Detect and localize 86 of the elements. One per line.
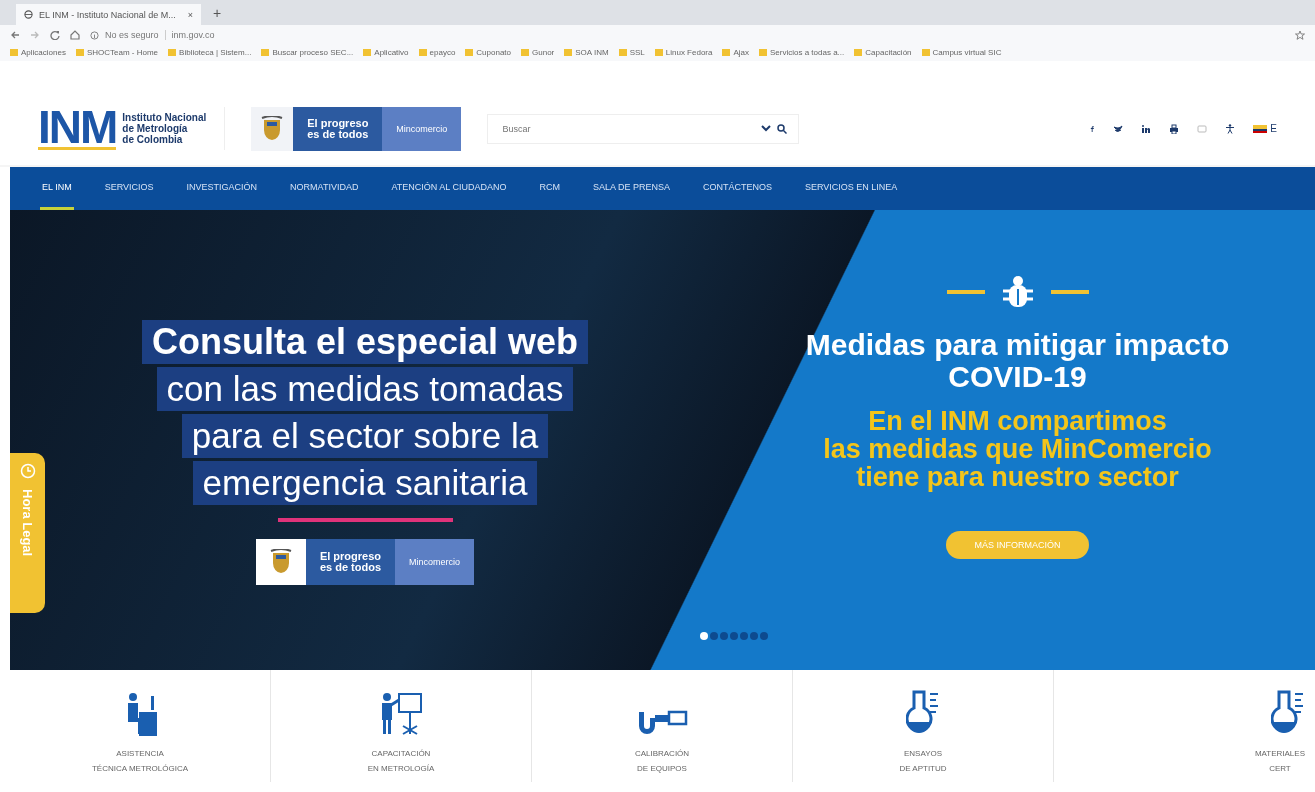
bookmark-item[interactable]: Campus virtual SIC <box>921 47 1002 57</box>
bird-icon[interactable] <box>1113 123 1124 134</box>
slogan-text: El progreso <box>307 117 369 129</box>
bookmark-item[interactable]: Buscar proceso SEC... <box>261 47 354 57</box>
banner-subtitle: las medidas que MinComercio <box>823 435 1212 463</box>
flask-icon <box>906 690 940 736</box>
banner-text: emergencia sanitaria <box>192 461 538 505</box>
printer-icon[interactable] <box>1169 123 1180 134</box>
bookmark-item[interactable]: Servicios a todas a... <box>759 47 845 57</box>
new-tab-button[interactable]: + <box>207 5 228 25</box>
carousel-dot[interactable] <box>730 632 738 640</box>
clock-icon <box>19 463 36 479</box>
service-label[interactable]: CERT <box>1254 761 1305 776</box>
nav-item[interactable]: SALA DE PRENSA <box>590 167 672 210</box>
star-icon[interactable] <box>1295 30 1305 40</box>
logo-text: Instituto Nacional <box>122 112 207 123</box>
ministry-label: Mincomercio <box>382 106 462 151</box>
logo-text: de Metrología <box>122 123 189 134</box>
micrometer-icon <box>636 710 688 736</box>
carousel-dot[interactable] <box>710 632 718 640</box>
service-label[interactable]: ENSAYOS <box>899 746 947 761</box>
home-icon[interactable] <box>70 30 80 40</box>
presenter-board-icon <box>379 692 423 736</box>
service-label[interactable]: DE EQUIPOS <box>634 761 690 776</box>
search-icon[interactable] <box>777 123 788 134</box>
logo-text: de Colombia <box>122 134 183 145</box>
facebook-icon[interactable] <box>1089 123 1096 134</box>
bookmark-item[interactable]: Ajax <box>722 47 749 57</box>
bug-icon <box>1002 275 1033 309</box>
browser-tab[interactable]: EL INM - Instituto Nacional de M... × <box>16 4 201 25</box>
nav-item[interactable]: NORMATIVIDAD <box>288 167 361 210</box>
carousel-dot[interactable] <box>750 632 758 640</box>
nav-item[interactable]: INVESTIGACIÓN <box>184 167 260 210</box>
bookmark-item[interactable]: Biblioteca | Sistem... <box>168 47 252 57</box>
banner-subtitle: tiene para nuestro sector <box>856 463 1179 491</box>
service-label[interactable]: TÉCNICA METROLÓGICA <box>92 761 188 776</box>
bookmark-item[interactable]: Linux Fedora <box>654 47 713 57</box>
service-label[interactable]: CALIBRACIÓN <box>634 746 690 761</box>
bookmark-item[interactable]: Gunor <box>521 47 555 57</box>
carousel-dot[interactable] <box>760 632 768 640</box>
accessibility-icon[interactable] <box>1225 123 1236 134</box>
bookmark-item[interactable]: Capacitación <box>854 47 912 57</box>
bookmark-item[interactable]: SOA INM <box>564 47 609 57</box>
search-field[interactable]: Buscar <box>487 113 800 144</box>
banner-text: para el sector sobre la <box>181 414 549 458</box>
bookmark-item[interactable]: SSL <box>618 47 645 57</box>
service-label[interactable]: MATERIALES <box>1254 746 1305 761</box>
banner-title: COVID-19 <box>948 361 1087 393</box>
slogan-text: es de todos <box>319 562 382 573</box>
service-label[interactable]: EN METROLOGÍA <box>367 761 435 776</box>
security-indicator[interactable]: No es seguro <box>105 30 166 40</box>
reload-icon[interactable] <box>50 30 60 40</box>
banner-title: Medidas para mitigar impacto <box>805 329 1230 361</box>
nav-item[interactable]: CONTÁCTENOS <box>700 167 774 210</box>
coat-of-arms-icon <box>269 549 292 575</box>
banner-subtitle: En el INM compartimos <box>868 407 1167 435</box>
info-icon[interactable] <box>90 30 99 40</box>
nav-item[interactable]: RCM <box>537 167 562 210</box>
banner-heading: Consulta el especial web <box>141 320 589 364</box>
nav-item[interactable]: SERVICIOS EN LINEA <box>803 167 900 210</box>
flask-icon <box>1271 690 1305 736</box>
globe-icon <box>24 10 33 19</box>
bookmark-item[interactable]: Aplicativo <box>363 47 409 57</box>
nav-item[interactable]: ATENCIÓN AL CIUDADANO <box>389 167 509 210</box>
bookmark-item[interactable]: Cuponato <box>465 47 512 57</box>
back-icon[interactable] <box>10 30 20 40</box>
banner-text: con las medidas tomadas <box>156 367 574 411</box>
service-label[interactable]: DE APTITUD <box>899 761 947 776</box>
slogan-text: El progreso <box>319 551 382 562</box>
address-url[interactable]: inm.gov.co <box>171 30 215 40</box>
slogan-text: es de todos <box>307 128 369 140</box>
linkedin-icon[interactable] <box>1141 123 1152 134</box>
chevron-down-icon[interactable] <box>761 125 772 132</box>
ministry-label: Mincomercio <box>395 539 475 585</box>
carousel-dot[interactable] <box>740 632 748 640</box>
nav-item[interactable]: SERVICIOS <box>102 167 156 210</box>
close-icon[interactable]: × <box>187 9 193 20</box>
bookmark-item[interactable]: epayco <box>418 47 456 57</box>
bookmark-item[interactable]: Aplicaciones <box>10 47 66 57</box>
logo-letters[interactable]: INM <box>38 107 117 150</box>
carousel-dot[interactable] <box>700 632 708 640</box>
coat-of-arms-icon <box>261 115 284 142</box>
carousel-dot[interactable] <box>720 632 728 640</box>
bookmark-item[interactable]: SHOCTeam - Home <box>75 47 159 57</box>
service-label[interactable]: ASISTENCIA <box>92 746 188 761</box>
service-label[interactable]: CAPACITACIÓN <box>367 746 435 761</box>
